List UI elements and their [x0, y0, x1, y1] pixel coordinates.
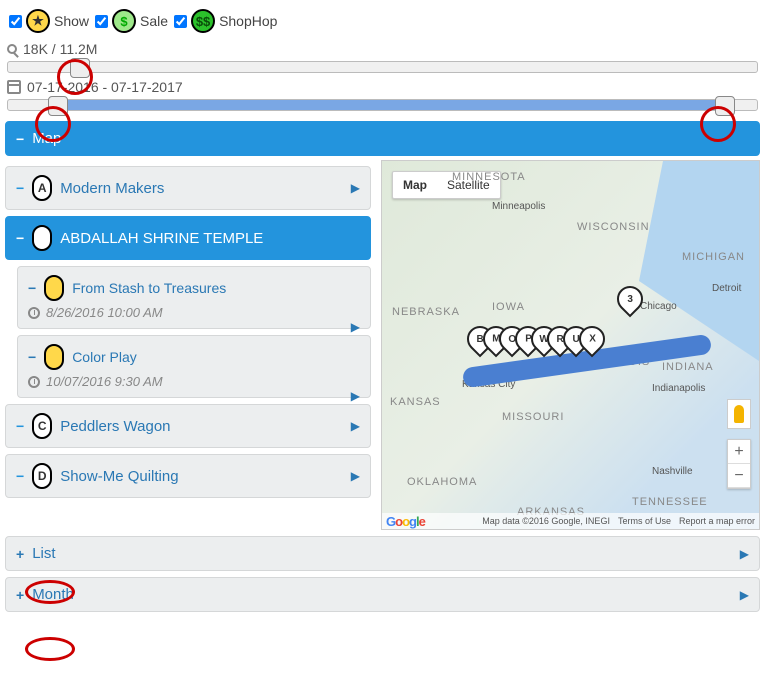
distance-range: 18K / 11.2M	[5, 37, 760, 75]
state-kansas: KANSAS	[390, 396, 441, 408]
location-c-name: Peddlers Wagon	[60, 418, 170, 435]
filter-sale-checkbox[interactable]	[95, 15, 108, 28]
chevron-right-icon: ▶	[740, 547, 749, 561]
minus-icon: −	[28, 280, 36, 296]
map-attribution: Map data ©2016 Google, INEGI	[482, 516, 610, 526]
calendar-icon	[7, 80, 21, 94]
minus-icon: −	[16, 131, 24, 147]
location-a[interactable]: − A Modern Makers ▶	[5, 166, 371, 210]
minus-icon: −	[16, 418, 24, 434]
state-nebraska: NEBRASKA	[392, 306, 460, 318]
event-item-0[interactable]: − From Stash to Treasures 8/26/2016 10:0…	[17, 266, 371, 329]
marker-b-icon: B	[32, 225, 52, 251]
distance-slider[interactable]	[7, 61, 758, 73]
minus-icon: −	[16, 180, 24, 196]
minus-icon: −	[28, 349, 36, 365]
location-b-name: ABDALLAH SHRINE TEMPLE	[60, 230, 263, 247]
map-body: − A Modern Makers ▶ − B ABDALLAH SHRINE …	[5, 160, 760, 530]
distance-label: 18K / 11.2M	[23, 41, 97, 57]
chevron-right-icon: ▶	[740, 588, 749, 602]
target-icon	[7, 44, 17, 54]
state-indiana: INDIANA	[662, 361, 714, 373]
marker-a-icon: A	[32, 175, 52, 201]
state-michigan: MICHIGAN	[682, 251, 745, 263]
event-item-1[interactable]: − Color Play 10/07/2016 9:30 AM ▶	[17, 335, 371, 398]
filter-shophop-checkbox[interactable]	[174, 15, 187, 28]
google-logo: Google	[386, 514, 425, 529]
section-list-header[interactable]: + List ▶	[5, 536, 760, 571]
map[interactable]: Map Satellite MINNESOTA Minneapolis WISC…	[381, 160, 760, 530]
location-list[interactable]: − A Modern Makers ▶ − B ABDALLAH SHRINE …	[5, 160, 373, 520]
location-a-name: Modern Makers	[60, 180, 164, 197]
city-detroit: Detroit	[712, 283, 741, 294]
state-missouri: MISSOURI	[502, 411, 564, 423]
state-oklahoma: OKLAHOMA	[407, 476, 477, 488]
state-iowa: IOWA	[492, 301, 525, 313]
distance-slider-handle[interactable]	[70, 58, 90, 78]
minus-icon: −	[16, 468, 24, 484]
date-slider-handle-end[interactable]	[715, 96, 735, 116]
event-0-time: 8/26/2016 10:00 AM	[46, 305, 163, 320]
chevron-right-icon: ▶	[351, 389, 360, 403]
zoom-in-button[interactable]: +	[728, 440, 750, 464]
date-label: 07-17-2016 - 07-17-2017	[27, 79, 183, 95]
clock-icon	[28, 307, 40, 319]
state-tennessee: TENNESSEE	[632, 496, 708, 508]
filter-show-label: Show	[54, 13, 89, 29]
clock-icon	[28, 376, 40, 388]
filter-shophop-label: ShopHop	[219, 13, 277, 29]
plus-icon: +	[16, 546, 24, 562]
double-dollar-icon: $$	[191, 9, 215, 33]
pegman-icon[interactable]	[727, 399, 751, 429]
city-indianapolis: Indianapolis	[652, 383, 705, 394]
zoom-control: + −	[727, 439, 751, 489]
location-b[interactable]: − B ABDALLAH SHRINE TEMPLE	[5, 216, 371, 260]
state-wisconsin: WISCONSIN	[577, 221, 650, 233]
filter-sale-label: Sale	[140, 13, 168, 29]
chevron-right-icon: ▶	[351, 469, 360, 483]
location-c[interactable]: − C Peddlers Wagon ▶	[5, 404, 371, 448]
plus-icon: +	[16, 587, 24, 603]
chevron-right-icon: ▶	[351, 419, 360, 433]
chevron-right-icon: ▶	[351, 181, 360, 195]
chevron-right-icon: ▶	[351, 320, 360, 334]
event-1-name: Color Play	[72, 349, 137, 365]
section-map-title: Map	[32, 130, 61, 147]
section-list-title: List	[32, 545, 55, 562]
section-map-header[interactable]: − Map	[5, 121, 760, 156]
map-report-link[interactable]: Report a map error	[679, 516, 755, 526]
date-slider[interactable]	[7, 99, 758, 111]
event-marker-icon	[44, 275, 64, 301]
date-range: 07-17-2016 - 07-17-2017	[5, 75, 760, 113]
section-month-title: Month	[32, 586, 74, 603]
filter-shophop: $$ ShopHop	[174, 9, 277, 33]
map-footer: Google Map data ©2016 Google, INEGI Term…	[382, 513, 759, 529]
dollar-icon: $	[112, 9, 136, 33]
date-slider-fill	[56, 100, 727, 110]
marker-d-icon: D	[32, 463, 52, 489]
event-1-time: 10/07/2016 9:30 AM	[46, 374, 163, 389]
map-terms-link[interactable]: Terms of Use	[618, 516, 671, 526]
star-icon: ★	[26, 9, 50, 33]
marker-c-icon: C	[32, 413, 52, 439]
map-type-map[interactable]: Map	[393, 172, 437, 198]
filter-sale: $ Sale	[95, 9, 168, 33]
pin-cluster: B M O P W R U X	[477, 326, 605, 352]
state-minnesota: MINNESOTA	[452, 171, 526, 183]
event-marker-icon	[44, 344, 64, 370]
city-minneapolis: Minneapolis	[492, 201, 545, 212]
location-d[interactable]: − D Show-Me Quilting ▶	[5, 454, 371, 498]
event-0-name: From Stash to Treasures	[72, 280, 226, 296]
minus-icon: −	[16, 230, 24, 246]
annotation-circle	[25, 637, 75, 661]
city-nashville: Nashville	[652, 466, 693, 477]
location-d-name: Show-Me Quilting	[60, 468, 178, 485]
city-chicago: Chicago	[640, 301, 677, 312]
filter-show: ★ Show	[9, 9, 89, 33]
filter-show-checkbox[interactable]	[9, 15, 22, 28]
zoom-out-button[interactable]: −	[728, 464, 750, 488]
section-month-header[interactable]: + Month ▶	[5, 577, 760, 612]
date-slider-handle-start[interactable]	[48, 96, 68, 116]
filter-bar: ★ Show $ Sale $$ ShopHop	[5, 5, 760, 37]
